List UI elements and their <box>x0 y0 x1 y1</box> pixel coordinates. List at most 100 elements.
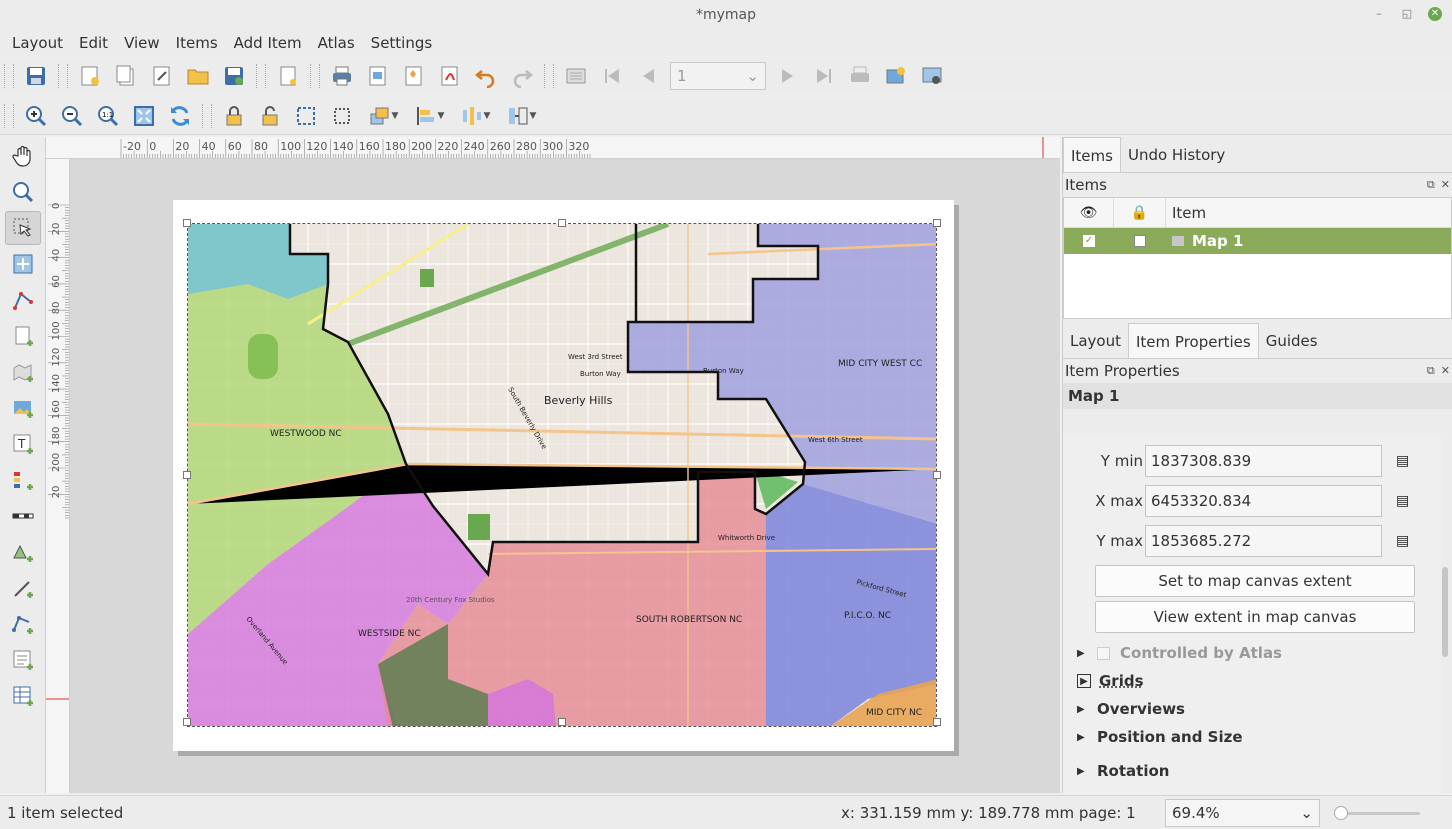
set-to-canvas-extent-button[interactable]: Set to map canvas extent <box>1095 565 1415 597</box>
tab-layout[interactable]: Layout <box>1063 323 1128 358</box>
print-atlas-button[interactable] <box>842 59 878 93</box>
resize-handle[interactable] <box>933 219 941 227</box>
unlock-items-button[interactable] <box>252 99 288 133</box>
zoom-in-button[interactable] <box>18 99 54 133</box>
zoom-slider[interactable] <box>1334 806 1420 820</box>
save-button[interactable] <box>18 59 54 93</box>
resize-handle[interactable] <box>558 718 566 726</box>
save-template-button[interactable] <box>216 59 252 93</box>
float-icon[interactable]: ⧉ <box>1427 359 1435 383</box>
export-pdf-button[interactable] <box>432 59 468 93</box>
table-row[interactable]: ✓ Map 1 <box>1064 228 1451 254</box>
atlas-settings-button[interactable] <box>914 59 950 93</box>
add-arrow-tool[interactable] <box>5 571 41 605</box>
resize-handle[interactable] <box>933 718 941 726</box>
zoom-actual-button[interactable]: 1:1 <box>90 99 126 133</box>
menu-add-item[interactable]: Add Item <box>226 30 310 56</box>
close-icon[interactable]: ✕ <box>1441 359 1450 383</box>
xmax-field[interactable]: 6453320.834 <box>1145 485 1382 517</box>
select-tool[interactable] <box>5 211 41 245</box>
preview-atlas-button[interactable] <box>558 59 594 93</box>
toolbar-grip[interactable] <box>4 64 14 88</box>
zoom-tool[interactable] <box>5 175 41 209</box>
data-defined-icon[interactable]: ▤ <box>1396 453 1409 469</box>
zoom-slider-knob[interactable] <box>1334 806 1348 820</box>
tab-undo-history[interactable]: Undo History <box>1121 137 1232 172</box>
zoom-out-button[interactable] <box>54 99 90 133</box>
print-button[interactable] <box>324 59 360 93</box>
add-page-button[interactable] <box>270 59 306 93</box>
refresh-button[interactable] <box>162 99 198 133</box>
atlas-page-combo[interactable]: 1 ⌄ <box>670 62 766 90</box>
add-nodes-tool[interactable] <box>5 607 41 641</box>
distribute-items-button[interactable]: ▼ <box>452 99 498 133</box>
raise-items-button[interactable]: ▼ <box>360 99 406 133</box>
resize-handle[interactable] <box>558 219 566 227</box>
position-size-section[interactable]: ▶ Position and Size <box>1063 723 1441 751</box>
ymin-field[interactable]: 1837308.839 <box>1145 445 1382 477</box>
data-defined-icon[interactable]: ▤ <box>1396 533 1409 549</box>
tab-guides[interactable]: Guides <box>1259 323 1325 358</box>
restore-icon[interactable]: ◱ <box>1400 7 1414 21</box>
zoom-combo[interactable]: 69.4% ⌄ <box>1165 799 1320 827</box>
menu-settings[interactable]: Settings <box>363 30 441 56</box>
export-svg-button[interactable] <box>396 59 432 93</box>
add-legend-tool[interactable] <box>5 463 41 497</box>
ymax-field[interactable]: 1853685.272 <box>1145 525 1382 557</box>
map-item[interactable]: Beverly Hills WESTWOOD NC MID CITY WEST … <box>187 223 937 727</box>
zoom-full-button[interactable] <box>126 99 162 133</box>
float-icon[interactable]: ⧉ <box>1427 173 1435 197</box>
next-feature-button[interactable] <box>770 59 806 93</box>
move-content-tool[interactable] <box>5 247 41 281</box>
add-scalebar-tool[interactable] <box>5 499 41 533</box>
group-button[interactable] <box>288 99 324 133</box>
edit-nodes-tool[interactable] <box>5 283 41 317</box>
visibility-checkbox[interactable]: ✓ <box>1064 228 1114 254</box>
menu-atlas[interactable]: Atlas <box>310 30 363 56</box>
overviews-section[interactable]: ▶ Overviews <box>1063 695 1441 723</box>
layout-canvas[interactable]: Beverly Hills WESTWOOD NC MID CITY WEST … <box>70 159 1060 793</box>
add-html-tool[interactable] <box>5 643 41 677</box>
resize-handle[interactable] <box>183 219 191 227</box>
add-attribute-table-tool[interactable] <box>5 679 41 713</box>
menu-items[interactable]: Items <box>168 30 226 56</box>
controlled-by-atlas-group[interactable]: ▶ Controlled by Atlas <box>1063 639 1441 667</box>
redo-button[interactable] <box>504 59 540 93</box>
duplicate-layout-button[interactable] <box>108 59 144 93</box>
menu-layout[interactable]: Layout <box>4 30 71 56</box>
resize-handle[interactable] <box>183 471 191 479</box>
add-label-tool[interactable]: T <box>5 427 41 461</box>
align-items-button[interactable]: ▼ <box>406 99 452 133</box>
properties-scroll-area[interactable]: Y min 1837308.839 ▤ X max 6453320.834 ▤ … <box>1063 435 1441 793</box>
view-extent-button[interactable]: View extent in map canvas <box>1095 601 1415 633</box>
pan-tool[interactable] <box>5 139 41 173</box>
resize-handle[interactable] <box>183 718 191 726</box>
tab-items[interactable]: Items <box>1063 137 1121 172</box>
rotation-section[interactable]: ▶ Rotation <box>1063 757 1441 785</box>
add-shape-tool[interactable] <box>5 535 41 569</box>
add-picture-tool[interactable] <box>5 391 41 425</box>
export-atlas-button[interactable] <box>878 59 914 93</box>
new-layout-button[interactable] <box>72 59 108 93</box>
properties-scrollbar[interactable] <box>1442 567 1448 657</box>
menu-view[interactable]: View <box>116 30 168 56</box>
open-template-button[interactable] <box>180 59 216 93</box>
first-feature-button[interactable] <box>594 59 630 93</box>
resize-handle[interactable] <box>933 471 941 479</box>
menu-edit[interactable]: Edit <box>71 30 116 56</box>
lock-items-button[interactable] <box>216 99 252 133</box>
resize-items-button[interactable]: ▼ <box>498 99 544 133</box>
lock-checkbox[interactable] <box>1114 228 1166 254</box>
previous-feature-button[interactable] <box>630 59 666 93</box>
data-defined-icon[interactable]: ▤ <box>1396 493 1409 509</box>
layout-manager-button[interactable] <box>144 59 180 93</box>
grids-section[interactable]: ▶ Grids <box>1063 667 1441 695</box>
add-map-tool[interactable] <box>5 355 41 389</box>
export-image-button[interactable] <box>360 59 396 93</box>
tab-item-properties[interactable]: Item Properties <box>1128 323 1259 358</box>
atlas-checkbox[interactable] <box>1097 646 1110 660</box>
undo-button[interactable] <box>468 59 504 93</box>
add-pages-tool[interactable] <box>5 319 41 353</box>
close-icon[interactable]: ✕ <box>1428 7 1442 21</box>
ungroup-button[interactable] <box>324 99 360 133</box>
